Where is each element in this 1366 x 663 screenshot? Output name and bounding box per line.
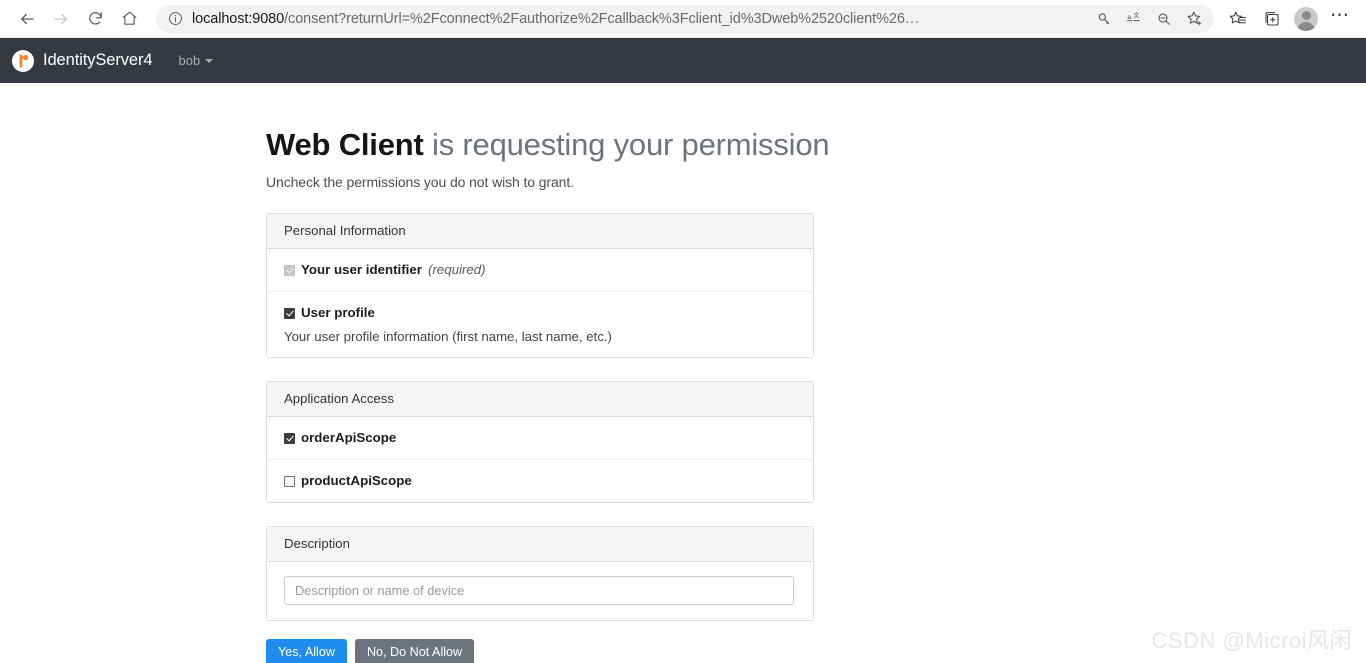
navbar-user-dropdown[interactable]: bob bbox=[178, 53, 214, 68]
password-key-icon[interactable] bbox=[1090, 6, 1118, 32]
home-button[interactable] bbox=[112, 2, 146, 36]
panel-personal-information: Personal Information Your user identifie… bbox=[266, 213, 814, 359]
ellipsis-menu-icon[interactable]: ⋯ bbox=[1324, 3, 1356, 35]
svg-text:a: a bbox=[1127, 14, 1131, 21]
checkbox-orderapiscope[interactable] bbox=[284, 433, 295, 445]
arrow-right-icon bbox=[52, 10, 70, 28]
panel-description: Description bbox=[266, 526, 814, 621]
page-subtitle: Uncheck the permissions you do not wish … bbox=[266, 174, 574, 191]
panel-body: orderApiScope productApiScope bbox=[267, 417, 813, 502]
scope-item-user-identifier[interactable]: Your user identifier (required) bbox=[267, 249, 813, 293]
scope-label[interactable]: productApiScope bbox=[284, 473, 796, 489]
app-navbar: IdentityServer4 bob bbox=[0, 38, 1366, 83]
panel-title: Personal Information bbox=[267, 214, 813, 250]
brand-title: IdentityServer4 bbox=[43, 51, 153, 69]
scope-item-user-profile[interactable]: User profile Your user profile informati… bbox=[267, 292, 813, 357]
scope-item-productapiscope[interactable]: productApiScope bbox=[267, 460, 813, 502]
arrow-left-icon bbox=[18, 10, 36, 28]
allow-button[interactable]: Yes, Allow bbox=[266, 639, 347, 663]
scope-name: User profile bbox=[301, 305, 375, 321]
browser-toolbar-right: ⋯ bbox=[1222, 3, 1356, 35]
favorite-star-icon[interactable] bbox=[1180, 6, 1208, 32]
favorites-list-icon[interactable] bbox=[1222, 3, 1254, 35]
scope-name: productApiScope bbox=[301, 473, 412, 489]
description-input[interactable] bbox=[284, 576, 794, 605]
profile-avatar-icon[interactable] bbox=[1290, 3, 1322, 35]
translate-icon[interactable]: a 文 bbox=[1120, 6, 1148, 32]
panel-application-access: Application Access orderApiScope product… bbox=[266, 381, 814, 503]
back-button[interactable] bbox=[10, 2, 44, 36]
deny-button[interactable]: No, Do Not Allow bbox=[354, 639, 475, 663]
refresh-icon bbox=[87, 10, 104, 27]
page-title: Web Client is requesting your permission bbox=[266, 126, 1366, 163]
caret-down-icon bbox=[205, 58, 214, 63]
checkbox-user-identifier bbox=[284, 265, 295, 277]
scope-name: Your user identifier bbox=[301, 262, 422, 278]
checkbox-user-profile[interactable] bbox=[284, 308, 295, 320]
scope-required-note: (required) bbox=[427, 262, 486, 278]
watermark: CSDN @Microi风闲 bbox=[1151, 628, 1352, 653]
address-bar-host: localhost:9080 bbox=[192, 10, 285, 27]
panel-title: Description bbox=[267, 527, 813, 562]
client-name: Web Client bbox=[266, 127, 424, 162]
svg-text:文: 文 bbox=[1133, 11, 1139, 19]
forward-button[interactable] bbox=[44, 2, 78, 36]
zoom-out-icon[interactable] bbox=[1150, 6, 1178, 32]
checkbox-productapiscope[interactable] bbox=[284, 476, 295, 488]
home-icon bbox=[121, 10, 138, 27]
scope-label[interactable]: orderApiScope bbox=[284, 430, 796, 446]
scope-description: Your user profile information (first nam… bbox=[284, 329, 612, 345]
info-circle-icon[interactable] bbox=[166, 10, 184, 28]
address-bar[interactable]: localhost:9080/consent?returnUrl=%2Fconn… bbox=[156, 4, 1214, 33]
page-title-rest: is requesting your permission bbox=[432, 127, 830, 162]
panel-body: Your user identifier (required) User pro… bbox=[267, 249, 813, 357]
address-bar-path: /consent?returnUrl=%2Fconnect%2Fauthoriz… bbox=[284, 10, 920, 27]
consent-page: Web Client is requesting your permission… bbox=[0, 83, 1366, 663]
collections-icon[interactable] bbox=[1256, 3, 1288, 35]
brand-link[interactable]: IdentityServer4 bbox=[12, 49, 153, 72]
navbar-username: bob bbox=[178, 53, 201, 68]
address-bar-text: localhost:9080/consent?returnUrl=%2Fconn… bbox=[192, 5, 1086, 33]
panel-title: Application Access bbox=[267, 382, 813, 418]
browser-toolbar: localhost:9080/consent?returnUrl=%2Fconn… bbox=[0, 0, 1366, 38]
panel-body bbox=[267, 562, 813, 620]
scope-item-orderapiscope[interactable]: orderApiScope bbox=[267, 417, 813, 461]
address-bar-actions: a 文 bbox=[1090, 6, 1208, 32]
reload-button[interactable] bbox=[78, 2, 112, 36]
scope-name: orderApiScope bbox=[301, 430, 397, 446]
scope-label[interactable]: Your user identifier (required) bbox=[284, 262, 796, 278]
identityserver-logo-icon bbox=[12, 49, 34, 72]
avatar bbox=[1294, 6, 1318, 31]
scope-label[interactable]: User profile bbox=[284, 305, 796, 321]
